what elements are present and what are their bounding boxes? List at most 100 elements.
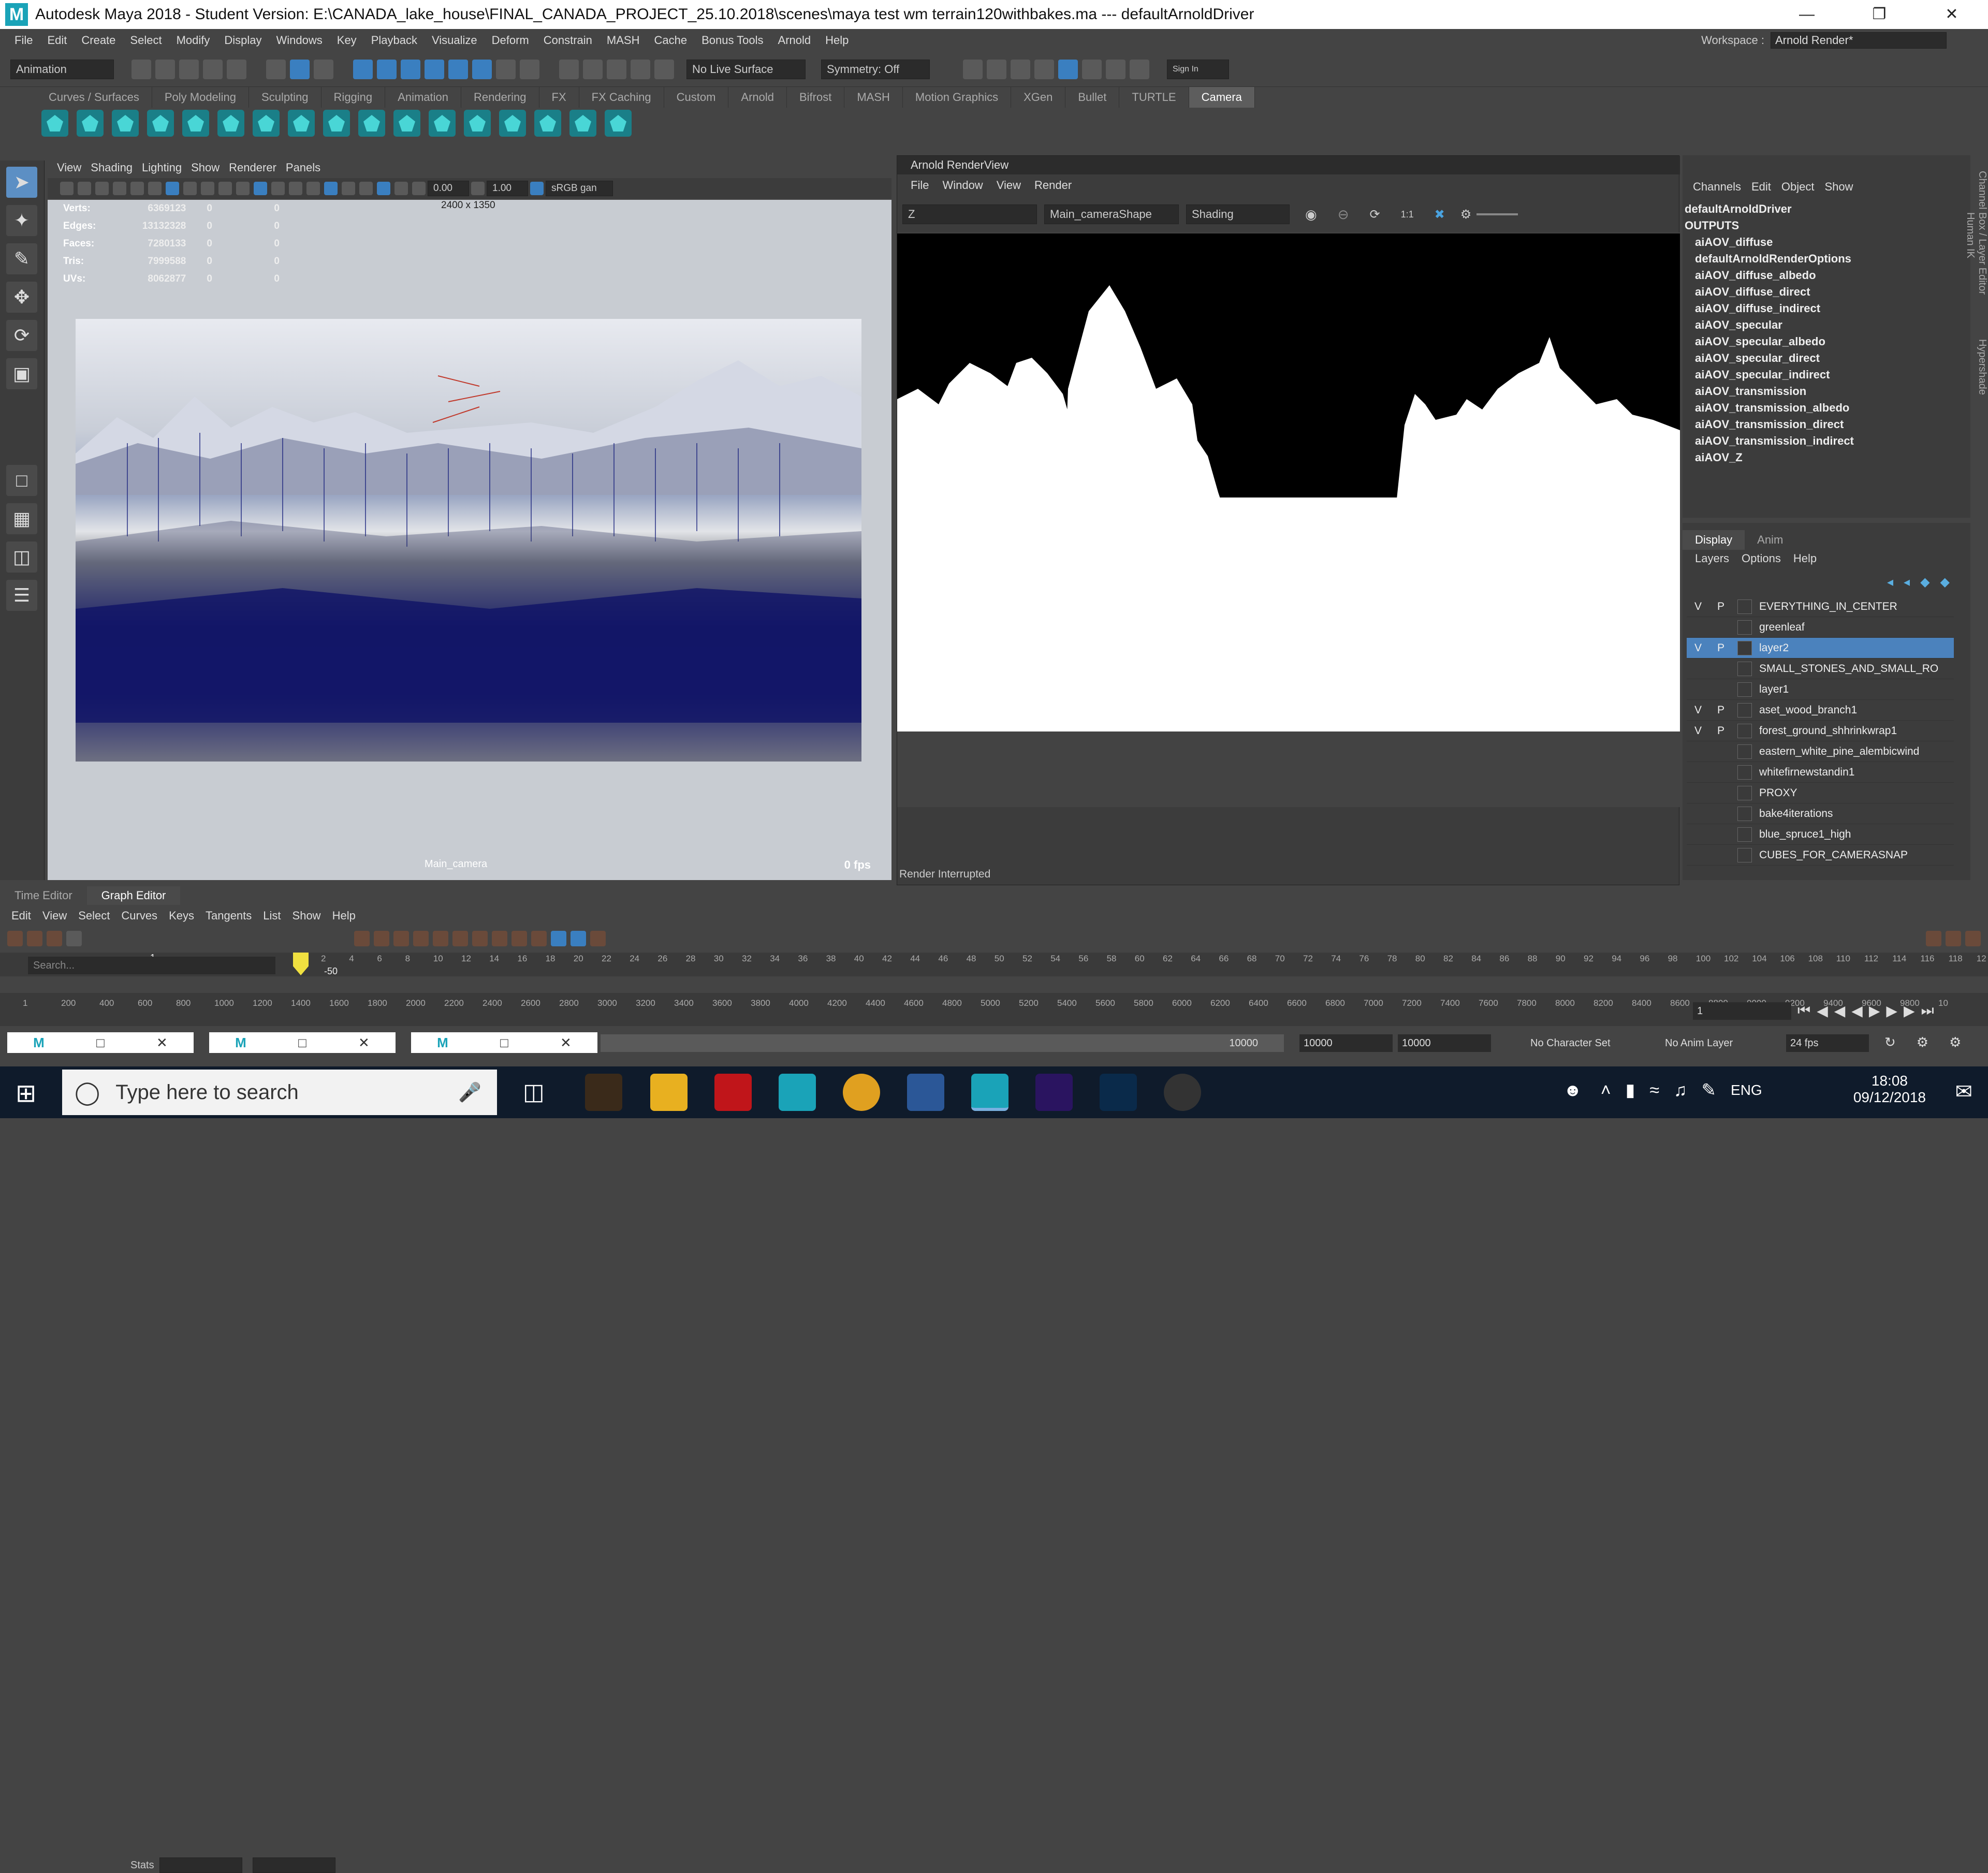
tab-graph-editor[interactable]: Graph Editor <box>86 886 181 905</box>
camera-shelf-icon[interactable] <box>534 110 561 137</box>
vp-menu-view[interactable]: View <box>57 161 81 174</box>
ge-menu-view[interactable]: View <box>42 909 67 923</box>
live-surface-field[interactable]: No Live Surface <box>686 59 806 79</box>
ge-menu-keys[interactable]: Keys <box>169 909 194 923</box>
chrome-icon[interactable] <box>843 1074 880 1111</box>
go-to-start-icon[interactable]: ⏮ <box>1797 1002 1810 1019</box>
output-node[interactable]: aiAOV_transmission_albedo <box>1685 400 1854 416</box>
aov-dropdown[interactable]: Z <box>902 204 1037 224</box>
new-scene-icon[interactable] <box>131 59 151 79</box>
menu-file[interactable]: File <box>14 34 33 47</box>
play-forward-icon[interactable]: ▶ <box>1869 1002 1880 1019</box>
menu-select[interactable]: Select <box>130 34 162 47</box>
menu-deform[interactable]: Deform <box>492 34 529 47</box>
layer-color-swatch[interactable] <box>1737 661 1752 676</box>
language-indicator[interactable]: ENG <box>1731 1082 1762 1099</box>
ratio-label[interactable]: 1:1 <box>1401 209 1414 220</box>
shelf-tab-bullet[interactable]: Bullet <box>1065 87 1120 108</box>
task-view-icon[interactable]: ◫ <box>523 1079 545 1105</box>
current-frame-field[interactable]: 1 <box>1693 1002 1791 1020</box>
node-name[interactable]: defaultArnoldDriver <box>1685 201 1854 217</box>
output-node[interactable]: aiAOV_transmission_direct <box>1685 416 1854 433</box>
reflection-icon[interactable] <box>607 59 626 79</box>
menu-cache[interactable]: Cache <box>654 34 687 47</box>
anim-layer-label[interactable]: No Anim Layer <box>1665 1037 1733 1049</box>
rv-menu-file[interactable]: File <box>911 179 929 192</box>
shadows-icon[interactable] <box>324 182 338 195</box>
fps-dropdown[interactable]: 24 fps <box>1786 1034 1869 1052</box>
photoshop-icon[interactable] <box>1100 1074 1137 1111</box>
output-node[interactable]: aiAOV_specular_direct <box>1685 350 1854 367</box>
visibility-toggle[interactable]: V <box>1687 704 1709 716</box>
bookmark-icon[interactable] <box>95 182 109 195</box>
close-button[interactable]: ✕ <box>1916 0 1988 29</box>
taskbar-search[interactable]: ◯ Type here to search 🎤 <box>62 1070 497 1115</box>
menu-arnold[interactable]: Arnold <box>778 34 811 47</box>
output-node[interactable]: aiAOV_diffuse_direct <box>1685 284 1854 300</box>
layer-row[interactable]: layer1 <box>1687 679 1954 700</box>
exposure-icon[interactable] <box>412 182 426 195</box>
side-tab-hypershade[interactable]: Hypershade <box>1976 339 1988 395</box>
shelf-tab-camera[interactable]: Camera <box>1189 87 1255 108</box>
gate-mask-icon[interactable] <box>183 182 197 195</box>
range-bar[interactable]: 10000 <box>601 1034 1284 1052</box>
xray-icon[interactable] <box>631 59 650 79</box>
paint-select-icon[interactable]: ✎ <box>6 243 37 274</box>
camera-shelf-icon[interactable] <box>429 110 456 137</box>
layer-color-swatch[interactable] <box>1737 682 1752 697</box>
smooth-shade-icon[interactable] <box>254 182 267 195</box>
output-ops-icon[interactable] <box>520 59 539 79</box>
new-empty-layer-icon[interactable]: ◆ <box>1920 575 1929 590</box>
textured-icon[interactable] <box>289 182 302 195</box>
auto-tangent-icon[interactable] <box>413 931 429 946</box>
render-settings-icon[interactable] <box>1011 59 1030 79</box>
close-icon[interactable]: ✕ <box>358 1035 370 1051</box>
layer-row[interactable]: V Paset_wood_branch1 <box>1687 700 1954 721</box>
use-all-lights-icon[interactable] <box>306 182 320 195</box>
pen-icon[interactable]: ✎ <box>1702 1080 1717 1101</box>
perspective-viewport[interactable]: Verts: 6369123 0 0 Edges: 13132328 0 0 Faces: 7… <box>48 200 891 880</box>
vp-menu-panels[interactable]: Panels <box>286 161 320 174</box>
light-editor-icon[interactable] <box>1106 59 1125 79</box>
scale-tool-icon[interactable]: ▣ <box>6 358 37 389</box>
shelf-tab-custom[interactable]: Custom <box>664 87 729 108</box>
camera-attributes-icon[interactable] <box>78 182 91 195</box>
step-tangent-icon[interactable] <box>511 931 527 946</box>
wifi-icon[interactable]: ≈ <box>1649 1080 1659 1101</box>
dope-sheet-icon[interactable] <box>1946 931 1961 946</box>
image-plane-icon[interactable] <box>113 182 126 195</box>
cb-menu-channels[interactable]: Channels <box>1693 180 1741 194</box>
output-node[interactable]: defaultArnoldRenderOptions <box>1685 251 1854 267</box>
camera-dropdown[interactable]: Main_cameraShape <box>1044 204 1179 224</box>
camera-shelf-icon[interactable] <box>112 110 139 137</box>
motion-blur-icon[interactable] <box>359 182 373 195</box>
flat-tangent-icon[interactable] <box>492 931 507 946</box>
camera-select-icon[interactable] <box>60 182 74 195</box>
restore-button[interactable]: ❐ <box>1843 0 1916 29</box>
menu-create[interactable]: Create <box>81 34 115 47</box>
restore-icon[interactable]: □ <box>298 1035 306 1051</box>
playback-end-field[interactable]: 10000 <box>1398 1034 1491 1052</box>
tab-time-editor[interactable]: Time Editor <box>0 886 87 905</box>
camera-shelf-icon[interactable] <box>605 110 632 137</box>
layer-row[interactable]: V Pforest_ground_shhrinkwrap1 <box>1687 721 1954 741</box>
shelf-tab-animation[interactable]: Animation <box>385 87 461 108</box>
construction-history-icon[interactable] <box>559 59 579 79</box>
hypershade-icon[interactable] <box>1034 59 1054 79</box>
menu-playback[interactable]: Playback <box>371 34 417 47</box>
side-tab-human-ik[interactable]: Human IK <box>1964 212 1976 258</box>
shelf-tab-rendering[interactable]: Rendering <box>461 87 539 108</box>
isolate-select-icon[interactable] <box>377 182 390 195</box>
vp-menu-lighting[interactable]: Lighting <box>142 161 182 174</box>
snap-point-icon[interactable] <box>401 59 420 79</box>
preferences-icon[interactable]: ⚙ <box>1949 1034 1961 1050</box>
shelf-tab-mash[interactable]: MASH <box>844 87 903 108</box>
camera-shelf-icon[interactable] <box>499 110 526 137</box>
step-forward-key-icon[interactable]: ▶ <box>1886 1002 1897 1019</box>
arnold-render-view-icon[interactable] <box>1058 59 1078 79</box>
camera-shelf-icon[interactable] <box>182 110 209 137</box>
le-menu-options[interactable]: Options <box>1742 552 1781 565</box>
redo-icon[interactable] <box>227 59 246 79</box>
fruit-app-icon[interactable] <box>585 1074 622 1111</box>
output-node[interactable]: aiAOV_transmission_indirect <box>1685 433 1854 449</box>
